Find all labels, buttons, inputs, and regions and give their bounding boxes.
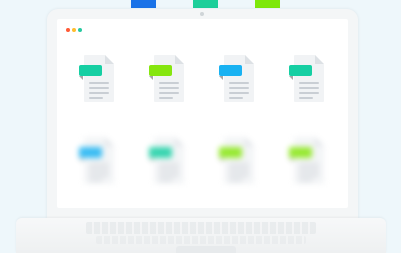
text-line — [299, 179, 313, 181]
page-fold — [315, 55, 324, 64]
file-icon-lime[interactable] — [219, 137, 255, 185]
file-icon-teal[interactable] — [289, 55, 325, 103]
text-line — [89, 92, 109, 94]
page-fold — [315, 137, 324, 146]
file-icon-teal[interactable] — [149, 137, 185, 185]
text-line — [89, 174, 109, 176]
text-line — [159, 174, 179, 176]
close-dot-icon[interactable] — [66, 28, 70, 32]
text-line — [299, 164, 319, 166]
text-line — [89, 169, 109, 171]
laptop-lid — [47, 9, 358, 218]
page-fold — [105, 55, 114, 64]
text-line — [89, 82, 109, 84]
lime-color-swatch — [255, 0, 280, 8]
text-line — [229, 164, 249, 166]
laptop-screen — [57, 19, 348, 208]
text-line — [229, 87, 249, 89]
text-line — [229, 169, 249, 171]
text-line — [229, 97, 243, 99]
text-line — [299, 87, 319, 89]
text-line — [299, 169, 319, 171]
blue-color-swatch — [131, 0, 156, 8]
laptop-base — [16, 218, 386, 253]
file-tag — [289, 147, 312, 162]
file-icon-blue[interactable] — [79, 137, 115, 185]
text-line — [159, 179, 173, 181]
text-line — [89, 87, 109, 89]
keyboard-row — [96, 236, 306, 244]
text-line — [89, 164, 109, 166]
file-tag — [149, 147, 172, 162]
minimize-dot-icon[interactable] — [72, 28, 76, 32]
text-line — [299, 174, 319, 176]
text-line — [89, 97, 103, 99]
file-tag — [219, 147, 242, 162]
window-controls — [66, 28, 82, 32]
file-tag — [289, 65, 312, 80]
file-icon-lime[interactable] — [289, 137, 325, 185]
text-line — [159, 169, 179, 171]
text-line — [299, 82, 319, 84]
text-line — [229, 92, 249, 94]
file-tag — [79, 147, 102, 162]
file-tag — [79, 65, 102, 80]
page-fold — [245, 137, 254, 146]
teal-color-swatch — [193, 0, 218, 8]
file-tag — [219, 65, 242, 80]
camera-icon — [200, 12, 204, 16]
text-line — [159, 87, 179, 89]
page-fold — [105, 137, 114, 146]
file-icon-teal[interactable] — [79, 55, 115, 103]
file-tag — [149, 65, 172, 80]
text-line — [299, 97, 313, 99]
text-line — [299, 92, 319, 94]
touchpad — [176, 246, 236, 253]
text-line — [159, 92, 179, 94]
text-line — [159, 164, 179, 166]
text-line — [159, 97, 173, 99]
text-line — [229, 179, 243, 181]
keyboard — [86, 222, 316, 234]
maximize-dot-icon[interactable] — [78, 28, 82, 32]
text-line — [159, 82, 179, 84]
text-line — [89, 179, 103, 181]
file-icon-blue[interactable] — [219, 55, 255, 103]
page-fold — [175, 137, 184, 146]
file-icon-lime[interactable] — [149, 55, 185, 103]
page-fold — [245, 55, 254, 64]
text-line — [229, 82, 249, 84]
text-line — [229, 174, 249, 176]
page-fold — [175, 55, 184, 64]
